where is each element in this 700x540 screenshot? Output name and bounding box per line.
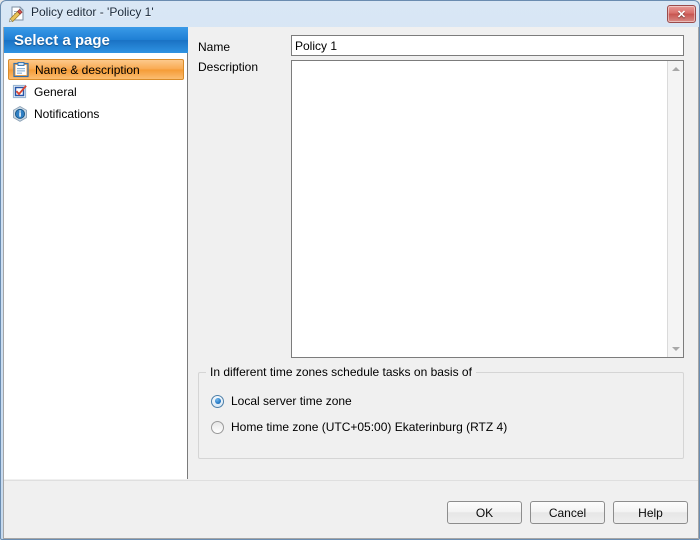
dialog-client-area: Select a page Name & description General…: [3, 27, 699, 539]
close-button[interactable]: ✕: [667, 5, 696, 23]
radio-local-server-time-zone[interactable]: Local server time zone: [211, 394, 352, 408]
scroll-up-icon[interactable]: [668, 61, 684, 77]
description-input[interactable]: [292, 61, 667, 357]
radio-home-time-zone[interactable]: Home time zone (UTC+05:00) Ekaterinburg …: [211, 420, 507, 434]
dialog-footer: OK Cancel Help: [4, 480, 698, 537]
sidebar-item-name-and-description[interactable]: Name & description: [8, 59, 184, 80]
sidebar-item-label: Name & description: [35, 62, 140, 77]
checkbox-checked-icon: [11, 83, 29, 101]
window-title: Policy editor - 'Policy 1': [31, 5, 154, 19]
close-icon: ✕: [676, 8, 687, 21]
sidebar-item-label: General: [34, 84, 77, 99]
info-icon: [11, 105, 29, 123]
timezone-groupbox-title: In different time zones schedule tasks o…: [206, 365, 476, 379]
description-field-wrapper: [291, 60, 684, 358]
name-input[interactable]: [291, 35, 684, 56]
radio-indicator: [211, 420, 224, 434]
radio-indicator: [211, 394, 224, 408]
help-button[interactable]: Help: [613, 501, 688, 524]
ok-button[interactable]: OK: [447, 501, 522, 524]
page-content-pane: Name Description In different time zones…: [189, 27, 698, 479]
select-a-page-header: Select a page: [4, 27, 188, 53]
title-bar[interactable]: Policy editor - 'Policy 1' ✕: [1, 1, 699, 27]
sidebar-item-notifications[interactable]: Notifications: [8, 103, 184, 124]
name-label: Name: [198, 40, 231, 54]
scroll-down-icon[interactable]: [668, 341, 684, 357]
radio-label: Home time zone (UTC+05:00) Ekaterinburg …: [231, 420, 508, 434]
cancel-button[interactable]: Cancel: [530, 501, 605, 524]
policy-editor-window: Policy editor - 'Policy 1' ✕ Select a pa…: [0, 0, 700, 540]
description-scrollbar[interactable]: [667, 61, 683, 357]
description-label: Description: [198, 60, 259, 74]
sidebar-item-label: Notifications: [34, 106, 100, 121]
radio-label: Local server time zone: [231, 394, 352, 408]
sidebar-item-general[interactable]: General: [8, 81, 184, 102]
timezone-groupbox: In different time zones schedule tasks o…: [198, 365, 684, 459]
select-a-page-pane: Select a page Name & description General…: [4, 27, 188, 479]
select-a-page-title: Select a page: [14, 31, 110, 49]
document-pencil-icon: [8, 5, 27, 23]
clipboard-icon: [12, 61, 30, 79]
